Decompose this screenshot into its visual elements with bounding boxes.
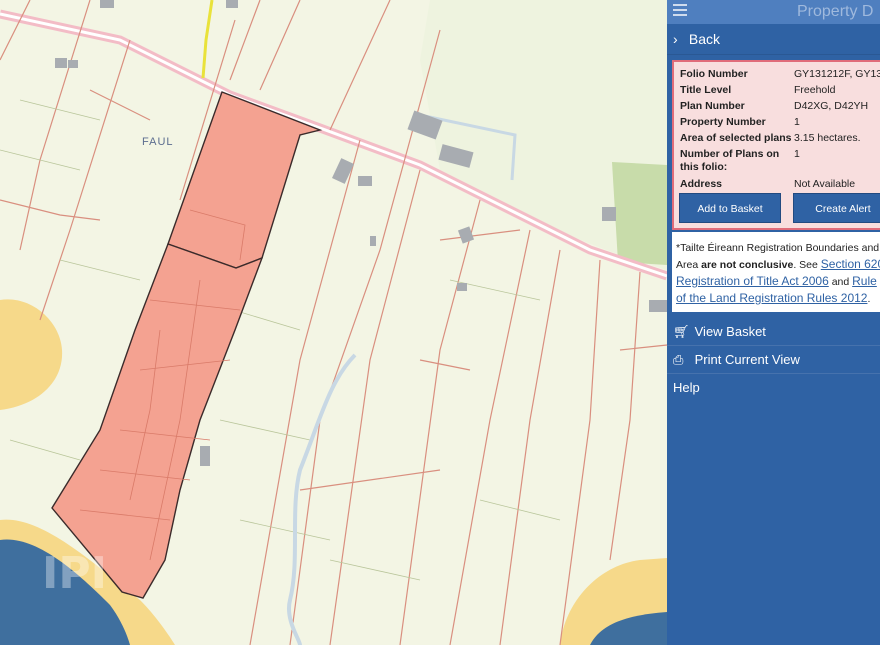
detail-value: 1: [794, 116, 800, 128]
notice-bold: are not conclusive: [701, 259, 794, 271]
detail-value: 3.15 hectares.: [794, 132, 861, 144]
help-link[interactable]: Help: [667, 374, 880, 402]
notice-end: .: [867, 293, 871, 305]
act-link[interactable]: Registration of Title Act 2006: [676, 274, 829, 288]
back-label: Back: [688, 31, 721, 47]
hamburger-menu-icon[interactable]: [673, 4, 687, 19]
create-alert-button[interactable]: Create Alert: [793, 193, 880, 223]
rules-link-cont[interactable]: of the Land Registration Rules 2012: [676, 291, 867, 305]
print-view-link[interactable]: ⎙ Print Current View: [667, 346, 880, 374]
detail-label: Property Number: [680, 116, 766, 128]
place-label: FAUL: [142, 136, 174, 148]
help-label: Help: [673, 380, 700, 395]
notice-post: . See: [793, 259, 818, 271]
notice-and: and: [831, 276, 850, 288]
detail-value: D42XG, D42YH: [794, 100, 869, 112]
print-view-label: Print Current View: [694, 352, 800, 367]
map-view[interactable]: FAUL IPI: [0, 0, 667, 645]
section-link[interactable]: Section 620: [821, 257, 880, 271]
forest-area: [612, 162, 667, 265]
notice-line3: Registration of Title Act 2006 and Rule: [676, 273, 880, 290]
view-basket-label: View Basket: [694, 324, 766, 339]
detail-label: Plan Number: [680, 100, 745, 112]
detail-value: Not Available: [794, 178, 856, 190]
property-panel: Property D › Back Folio Number GY131212F…: [667, 0, 880, 645]
view-basket-link[interactable]: 🛒︎ View Basket: [667, 318, 880, 346]
notice-line1: *Tailte Éireann Registration Boundaries …: [676, 242, 880, 254]
notice-pre: Area: [676, 259, 699, 271]
watermark-logo: IPI: [42, 548, 107, 599]
panel-title: Property D: [797, 3, 874, 20]
cart-icon: 🛒︎: [673, 324, 690, 339]
add-to-basket-button[interactable]: Add to Basket: [679, 193, 781, 223]
detail-value: GY131212F, GY13: [794, 68, 880, 80]
detail-label: Address: [680, 178, 723, 190]
detail-value: Freehold: [794, 84, 836, 96]
printer-icon: ⎙: [673, 352, 684, 367]
detail-label: Title Level: [680, 84, 732, 96]
detail-label: Number of Plans on this folio:: [680, 148, 780, 173]
notice-line2: Area are not conclusive. See Section 620: [676, 256, 880, 273]
notice-line4: of the Land Registration Rules 2012.: [676, 290, 880, 307]
rules-link[interactable]: Rule: [852, 274, 877, 288]
detail-label: Folio Number: [680, 68, 748, 80]
back-button[interactable]: › Back: [667, 24, 880, 55]
detail-value: 1: [794, 148, 800, 160]
disclaimer-notice: *Tailte Éireann Registration Boundaries …: [672, 232, 880, 312]
property-details-card: Folio Number GY131212F, GY13 Title Level…: [672, 60, 880, 230]
chevron-right-icon: ›: [673, 31, 678, 47]
panel-header: Property D: [667, 0, 880, 24]
detail-label: Area of selected plans: [680, 132, 792, 144]
